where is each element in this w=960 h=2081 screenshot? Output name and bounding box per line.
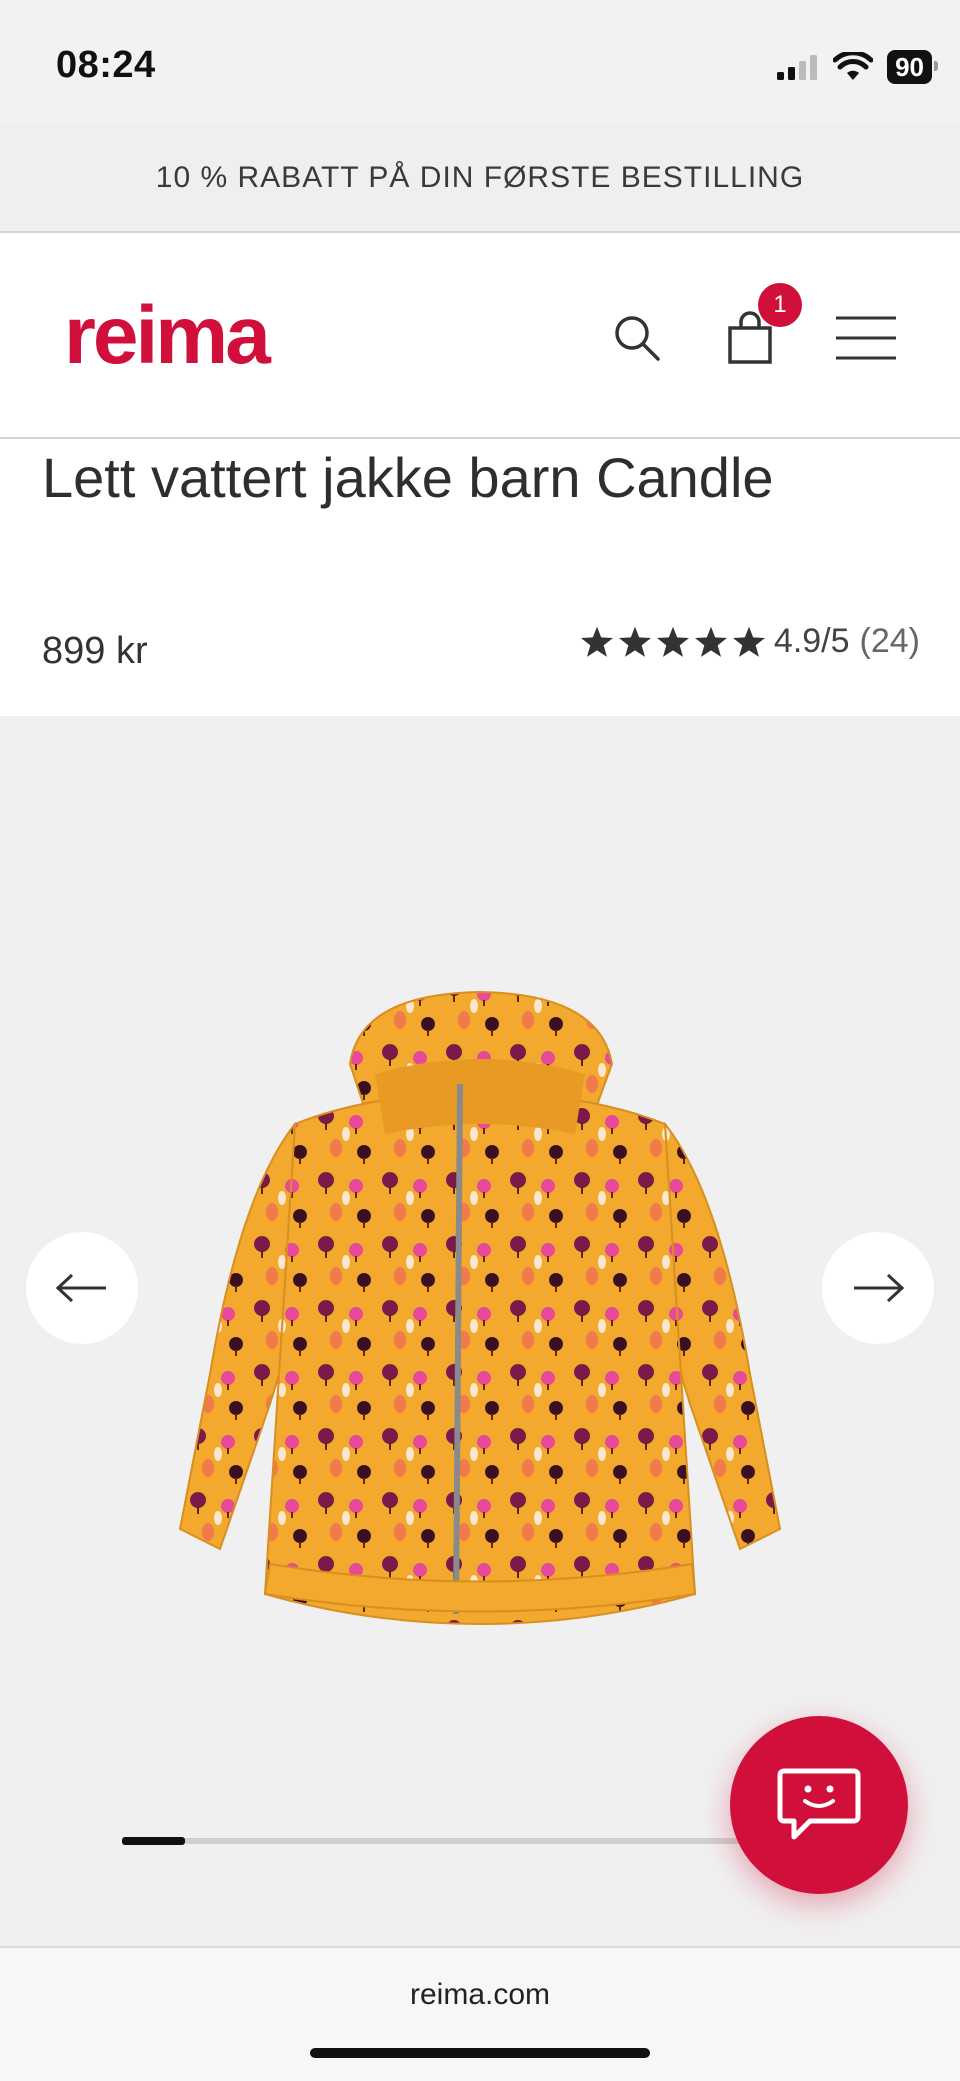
star-icon [656,626,689,657]
url-text[interactable]: reima.com [0,1978,960,2012]
rating-stars [580,626,766,658]
product-title: Lett vattert jakke barn Candle [42,446,774,509]
rating-count: (24) [859,622,920,660]
search-button[interactable] [602,303,672,373]
star-icon [618,626,651,657]
wifi-icon [833,52,874,80]
star-icon [732,626,765,657]
star-icon [694,626,727,657]
chat-icon [777,1768,861,1840]
gallery-progress-track[interactable] [122,1837,752,1845]
status-bar: 08:24 90 [0,0,960,125]
product-gallery[interactable] [0,716,960,1946]
product-rating[interactable]: 4.9/5 (24) [580,622,920,661]
promo-banner[interactable]: 10 % RABATT PÅ DIN FØRSTE BESTILLING [0,125,960,233]
gallery-progress-indicator [122,1837,185,1845]
menu-button[interactable] [826,303,906,373]
status-time: 08:24 [56,44,156,86]
site-header: reima 1 [0,233,960,439]
product-price: 899 kr [42,630,148,672]
previous-image-button[interactable] [26,1232,138,1344]
logo-text: reima [64,295,272,375]
product-image[interactable] [120,974,840,1694]
status-icons: 90 [775,50,938,84]
signal-icon [777,55,818,80]
search-icon [615,316,660,361]
reima-logo[interactable]: reima [64,290,314,381]
next-image-button[interactable] [822,1232,934,1344]
home-indicator[interactable] [310,2048,650,2058]
arrow-right-icon [854,1273,904,1303]
chat-button[interactable] [730,1716,908,1894]
cart-count-badge: 1 [758,283,802,327]
battery-indicator: 90 [887,50,938,84]
arrow-left-icon [56,1273,106,1303]
hamburger-menu-icon [836,316,896,360]
browser-bottom-bar: reima.com [0,1946,960,2081]
rating-score: 4.9/5 [773,622,850,660]
star-icon [580,626,613,657]
